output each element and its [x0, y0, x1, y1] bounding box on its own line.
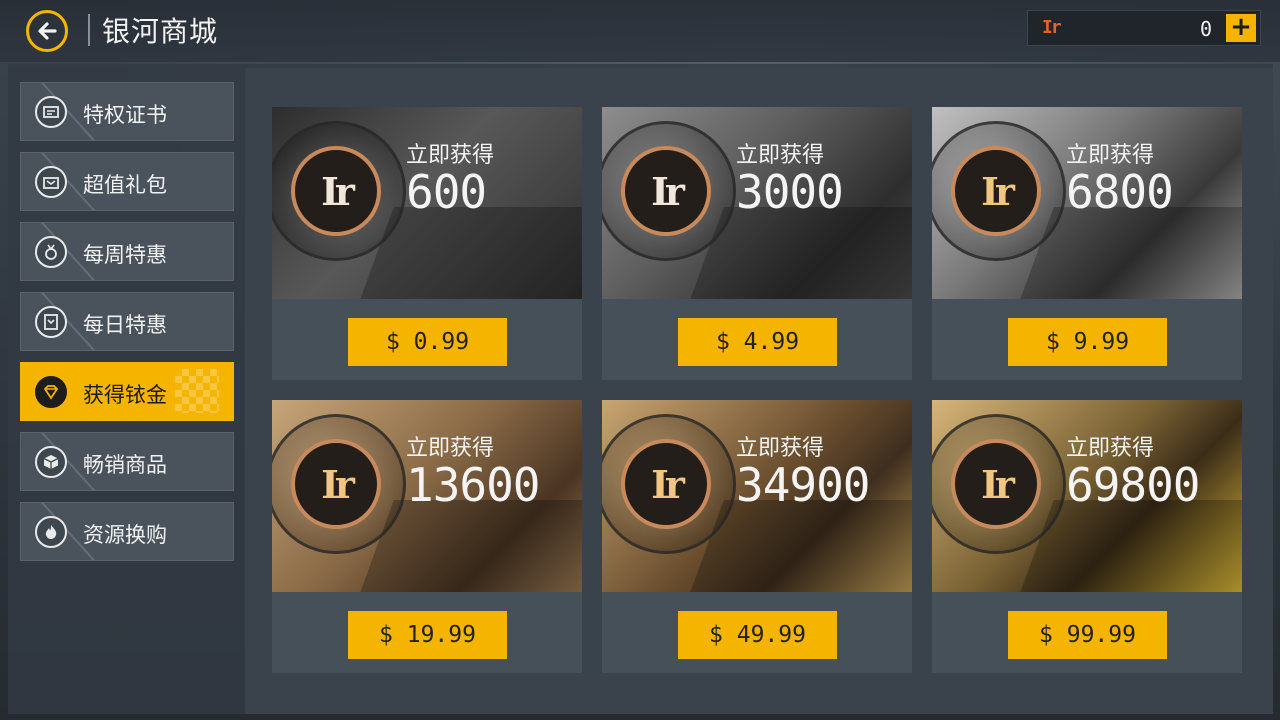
- sidebar-item-label: 获得铱金: [83, 383, 167, 407]
- price-button[interactable]: $ 19.99: [348, 611, 507, 659]
- header-divider: [88, 14, 90, 46]
- cube-icon: [35, 446, 67, 478]
- card-amount: 69800: [1066, 458, 1200, 512]
- page-title: 银河商城: [102, 15, 219, 48]
- sidebar-item-weekly-deals[interactable]: 每周特惠: [20, 222, 234, 281]
- sidebar-item-label: 每周特惠: [83, 243, 167, 267]
- top-bar: 银河商城 Ir 0 +: [0, 0, 1280, 62]
- sidebar-item-certificates[interactable]: 特权证书: [20, 82, 234, 141]
- sidebar-item-gift-packs[interactable]: 超值礼包: [20, 152, 234, 211]
- iridium-currency-icon: Ir: [1042, 17, 1062, 38]
- card-artwork: Ir 立即获得 69800: [932, 400, 1242, 592]
- price-button[interactable]: $ 99.99: [1008, 611, 1167, 659]
- coin-emblem: Ir: [272, 121, 406, 261]
- checker-decoration: [175, 369, 219, 413]
- sidebar-item-daily-deals[interactable]: 每日特惠: [20, 292, 234, 351]
- card-amount: 3000: [736, 165, 844, 219]
- card-amount: 6800: [1066, 165, 1174, 219]
- add-currency-button[interactable]: +: [1226, 14, 1256, 42]
- price-button[interactable]: $ 9.99: [1008, 318, 1167, 366]
- card-artwork: Ir 立即获得 13600: [272, 400, 582, 592]
- diamond-icon: [35, 376, 67, 408]
- medal-icon: [35, 236, 67, 268]
- coin-emblem: Ir: [602, 121, 736, 261]
- price-button[interactable]: $ 49.99: [678, 611, 837, 659]
- price-button[interactable]: $ 4.99: [678, 318, 837, 366]
- iridium-coin-icon: Ir: [651, 168, 685, 214]
- iridium-pack-card[interactable]: Ir 立即获得 13600 $ 19.99: [272, 400, 582, 673]
- currency-display: Ir 0 +: [1027, 10, 1261, 46]
- coin-emblem: Ir: [932, 414, 1066, 554]
- price-button[interactable]: $ 0.99: [348, 318, 507, 366]
- iridium-pack-card[interactable]: Ir 立即获得 3000 $ 4.99: [602, 107, 912, 380]
- card-artwork: Ir 立即获得 34900: [602, 400, 912, 592]
- card-artwork: Ir 立即获得 6800: [932, 107, 1242, 299]
- card-amount: 13600: [406, 458, 540, 512]
- sidebar-item-label: 畅销商品: [83, 453, 167, 477]
- sidebar-item-label: 资源换购: [83, 523, 167, 547]
- iridium-pack-card[interactable]: Ir 立即获得 6800 $ 9.99: [932, 107, 1242, 380]
- category-sidebar: 特权证书 超值礼包 每周特惠 每日特惠 获得铱金 畅销商品 资源换购: [20, 82, 234, 572]
- sidebar-item-get-iridium[interactable]: 获得铱金: [20, 362, 234, 421]
- iridium-pack-card[interactable]: Ir 立即获得 34900 $ 49.99: [602, 400, 912, 673]
- iridium-pack-card[interactable]: Ir 立即获得 69800 $ 99.99: [932, 400, 1242, 673]
- card-artwork: Ir 立即获得 3000: [602, 107, 912, 299]
- card-artwork: Ir 立即获得 600: [272, 107, 582, 299]
- sidebar-item-label: 超值礼包: [83, 173, 167, 197]
- daily-badge-icon: [35, 306, 67, 338]
- sidebar-item-label: 特权证书: [83, 103, 167, 127]
- card-amount: 34900: [736, 458, 870, 512]
- certificate-icon: [35, 96, 67, 128]
- card-amount: 600: [406, 165, 487, 219]
- coin-emblem: Ir: [602, 414, 736, 554]
- flame-icon: [35, 516, 67, 548]
- sidebar-item-label: 每日特惠: [83, 313, 167, 337]
- back-button[interactable]: [26, 10, 68, 52]
- iridium-coin-icon: Ir: [321, 168, 355, 214]
- sidebar-item-best-sellers[interactable]: 畅销商品: [20, 432, 234, 491]
- iridium-coin-icon: Ir: [321, 461, 355, 507]
- iridium-coin-icon: Ir: [651, 461, 685, 507]
- currency-balance: 0: [1199, 17, 1212, 41]
- sidebar-item-resource-exchange[interactable]: 资源换购: [20, 502, 234, 561]
- iridium-coin-icon: Ir: [981, 461, 1015, 507]
- gift-box-icon: [35, 166, 67, 198]
- arrow-left-icon: [38, 22, 57, 40]
- coin-emblem: Ir: [272, 414, 406, 554]
- iridium-coin-icon: Ir: [981, 168, 1015, 214]
- iridium-pack-card[interactable]: Ir 立即获得 600 $ 0.99: [272, 107, 582, 380]
- coin-emblem: Ir: [932, 121, 1066, 261]
